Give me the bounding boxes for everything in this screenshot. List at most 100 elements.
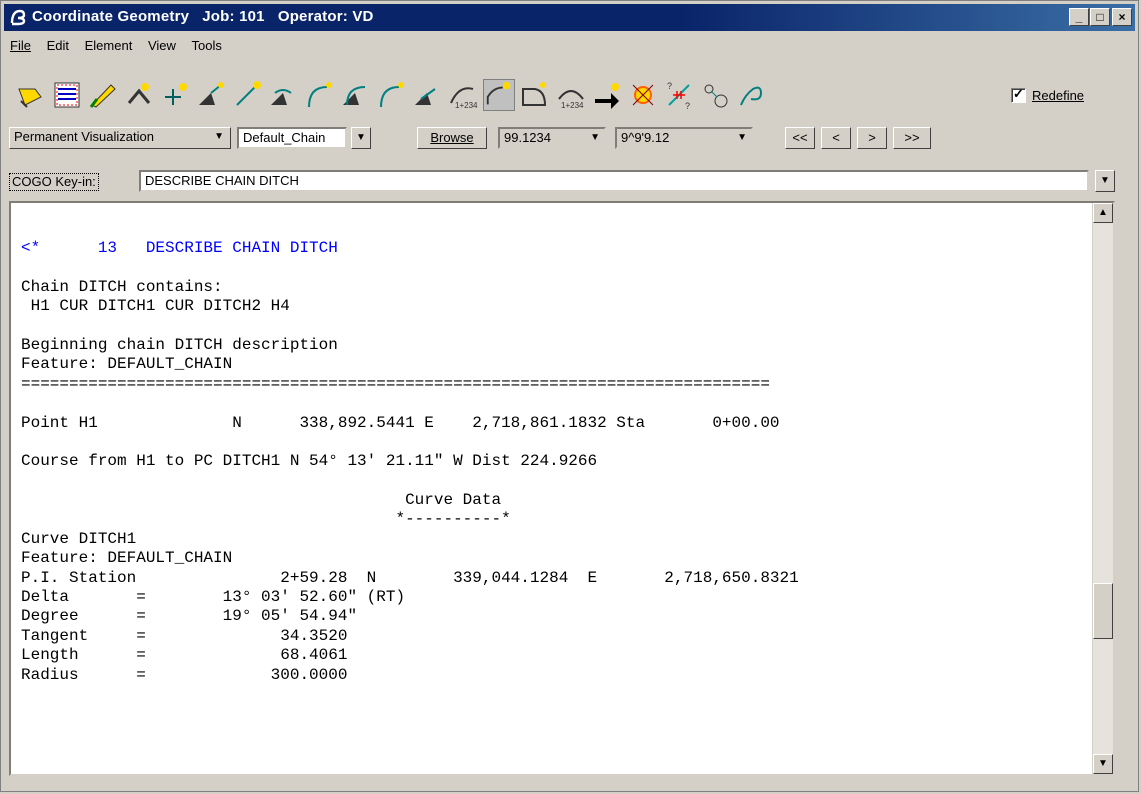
vertical-scrollbar[interactable]: ▲ ▼ (1092, 203, 1113, 774)
cogo-window: Coordinate Geometry Job: 101 Operator: V… (0, 0, 1139, 792)
menu-tools[interactable]: Tools (186, 35, 228, 56)
nav-next-button[interactable]: > (857, 127, 887, 149)
traverse-line-icon[interactable] (231, 79, 263, 111)
dropdown-arrow-icon: ▼ (590, 132, 600, 143)
output-panel[interactable]: <* 13 DESCRIBE CHAIN DITCH Chain DITCH c… (9, 201, 1115, 776)
redefine-check-box[interactable]: ✓ (1011, 86, 1026, 103)
keyin-input[interactable]: DESCRIBE CHAIN DITCH (139, 170, 1089, 192)
svg-text:1+234: 1+234 (561, 101, 584, 110)
profile-station-icon[interactable]: 1+234 (555, 79, 587, 111)
output-line: Degree = 19° 05' 54.94" (21, 607, 358, 626)
output-line: Point H1 N 338,892.5441 E 2,718,861.1832… (21, 413, 780, 432)
output-line: Delta = 13° 03' 52.60" (RT) (21, 588, 406, 607)
output-line: Feature: DEFAULT_CHAIN (21, 549, 233, 568)
keyin-value: DESCRIBE CHAIN DITCH (145, 173, 299, 188)
curve-pi-icon[interactable] (411, 79, 443, 111)
output-line: Course from H1 to PC DITCH1 N 54° 13' 21… (21, 452, 598, 471)
scroll-thumb[interactable] (1093, 583, 1113, 639)
redefine-checkbox[interactable]: ✓ Redefine (1011, 86, 1085, 103)
output-line: Beginning chain DITCH description (21, 335, 338, 354)
output-line: Curve Data (21, 491, 502, 510)
browse-button[interactable]: Browse (417, 127, 487, 149)
chain-dropdown-button[interactable]: ▼ (351, 127, 371, 149)
edit-icon[interactable] (87, 79, 119, 111)
keyin-dropdown-button[interactable]: ▼ (1095, 170, 1115, 192)
curve-offset-icon[interactable] (375, 79, 407, 111)
maximize-icon: □ (1096, 10, 1104, 24)
output-line: Feature: DEFAULT_CHAIN (21, 355, 233, 374)
menu-edit[interactable]: Edit (41, 35, 75, 56)
scroll-up-button[interactable]: ▲ (1093, 203, 1113, 223)
radial-icon[interactable] (699, 79, 731, 111)
output-line: P.I. Station 2+59.28 N 339,044.1284 E 2,… (21, 568, 799, 587)
curve-tangent-icon[interactable] (339, 79, 371, 111)
chain-value: Default_Chain (243, 130, 326, 145)
locate-point-icon[interactable] (159, 79, 191, 111)
window-title: Coordinate Geometry Job: 101 Operator: V… (32, 8, 374, 25)
value1-text: 99.1234 (504, 130, 551, 145)
arrow-down-icon: ▼ (1098, 758, 1108, 769)
curve-pc-icon[interactable] (303, 79, 335, 111)
value1-select[interactable]: 99.1234 ▼ (498, 127, 606, 149)
output-line: Radius = 300.0000 (21, 665, 348, 684)
close-button[interactable]: × (1112, 8, 1132, 26)
chain-select[interactable]: Default_Chain (237, 127, 347, 149)
station-offset-icon[interactable]: 1+234 (447, 79, 479, 111)
menu-view[interactable]: View (142, 35, 182, 56)
maximize-button[interactable]: □ (1090, 8, 1110, 26)
output-line: Chain DITCH contains: (21, 277, 223, 296)
point-list-icon[interactable] (51, 79, 83, 111)
svg-text:?: ? (667, 81, 672, 91)
traverse-angle-icon[interactable] (195, 79, 227, 111)
nav-first-button[interactable]: << (785, 127, 815, 149)
svg-text:1+234: 1+234 (455, 101, 478, 110)
value2-text: 9^9'9.12 (621, 130, 670, 145)
scroll-down-button[interactable]: ▼ (1093, 754, 1113, 774)
intersect-icon[interactable] (627, 79, 659, 111)
arrow-up-icon: ▲ (1098, 207, 1108, 218)
chevron-down-icon: ▼ (356, 132, 366, 143)
polygon-icon[interactable] (519, 79, 551, 111)
output-line: ========================================… (21, 374, 770, 393)
chevron-down-icon: ▼ (1100, 175, 1110, 186)
svg-text:?: ? (685, 101, 690, 111)
output-text: <* 13 DESCRIBE CHAIN DITCH Chain DITCH c… (21, 239, 799, 685)
chain-icon[interactable] (483, 79, 515, 111)
output-line: <* 13 DESCRIBE CHAIN DITCH (21, 239, 338, 257)
redefine-label: Redefine (1032, 88, 1085, 103)
curve-arc-icon[interactable] (267, 79, 299, 111)
nav-last-label: >> (904, 130, 920, 145)
output-line: H1 CUR DITCH1 CUR DITCH2 H4 (21, 297, 290, 316)
dropdown-arrow-icon: ▼ (214, 131, 224, 142)
select-point-icon[interactable] (15, 79, 47, 111)
menu-bar: File Edit Element View Tools (4, 35, 228, 59)
visualization-value: Permanent Visualization (14, 129, 154, 144)
output-line: Length = 68.4061 (21, 646, 348, 665)
close-icon: × (1118, 10, 1126, 24)
menu-element[interactable]: Element (79, 35, 139, 56)
spiral-icon[interactable] (735, 79, 767, 111)
arrow-transfer-icon[interactable] (591, 79, 623, 111)
menu-file[interactable]: File (4, 35, 37, 56)
inverse-icon[interactable]: ?? (663, 79, 695, 111)
minimize-icon: _ (1075, 10, 1083, 24)
visualization-select[interactable]: Permanent Visualization ▼ (9, 127, 231, 149)
nav-next-label: > (868, 130, 876, 145)
nav-first-label: << (792, 130, 808, 145)
nav-last-button[interactable]: >> (893, 127, 931, 149)
dropdown-arrow-icon: ▼ (737, 132, 747, 143)
keyin-label: COGO Key-in: (9, 173, 99, 191)
output-line: Tangent = 34.3520 (21, 626, 348, 645)
store-point-icon[interactable] (123, 79, 155, 111)
value2-select[interactable]: 9^9'9.12 ▼ (615, 127, 753, 149)
nav-prev-button[interactable]: < (821, 127, 851, 149)
minimize-button[interactable]: _ (1069, 8, 1089, 26)
browse-label: Browse (430, 130, 474, 145)
app-logo-icon (8, 7, 28, 27)
title-bar[interactable]: Coordinate Geometry Job: 101 Operator: V… (4, 4, 1135, 31)
